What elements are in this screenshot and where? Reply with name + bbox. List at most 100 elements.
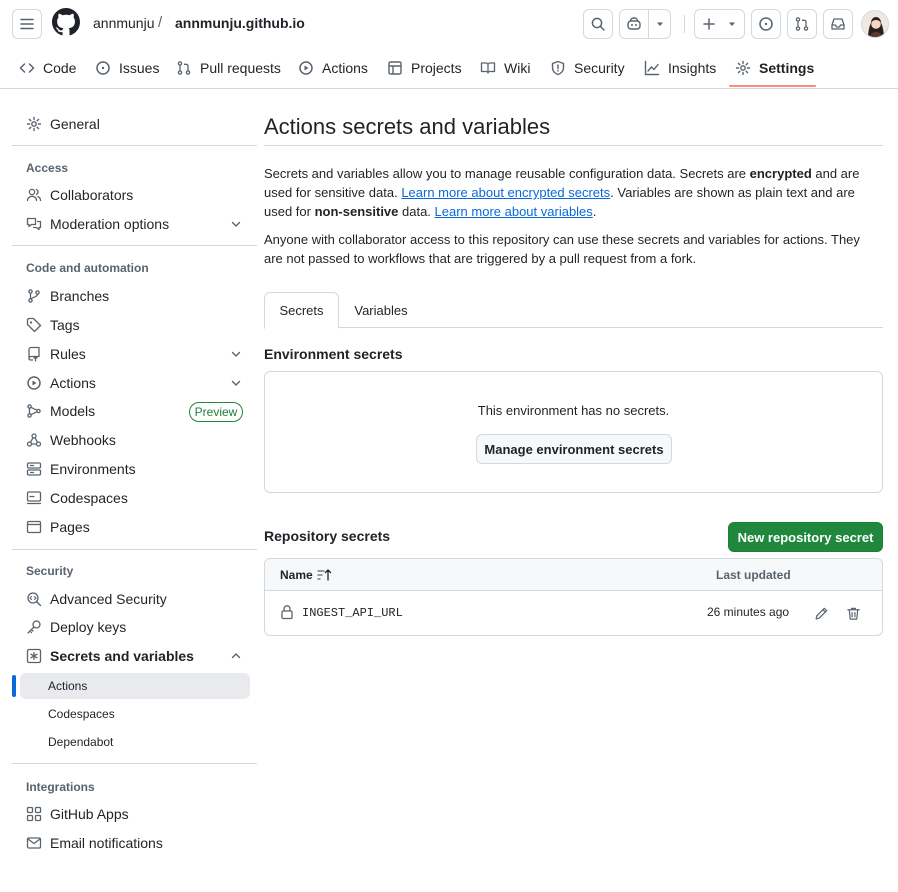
tab-code[interactable]: Code <box>19 57 76 79</box>
git-pull-request-icon <box>177 61 191 75</box>
sidebar-active-marker <box>12 675 16 697</box>
sidebar-item-email-notifications[interactable]: Email notifications <box>26 829 256 857</box>
sidebar-item-secrets-variables[interactable]: Secrets and variables <box>26 642 256 670</box>
user-avatar[interactable] <box>861 10 889 38</box>
sidebar-item-collaborators[interactable]: Collaborators <box>26 181 256 209</box>
sidebar-item-label: Tags <box>50 317 80 333</box>
sidebar-item-advanced-security[interactable]: Advanced Security <box>26 585 256 613</box>
codescan-icon <box>27 592 42 607</box>
sidebar-item-label: Pages <box>50 519 90 535</box>
tab-security[interactable]: Security <box>550 57 625 79</box>
github-logo-icon[interactable] <box>52 8 80 36</box>
tab-wiki[interactable]: Wiki <box>480 57 530 79</box>
page-title: Actions secrets and variables <box>264 114 551 139</box>
tag-icon <box>26 317 42 333</box>
gear-icon <box>735 60 751 76</box>
column-name-header[interactable]: Name <box>280 568 313 582</box>
tab-code-label: Code <box>43 60 77 76</box>
table-row: INGEST_API_URL 26 minutes ago <box>265 591 882 635</box>
inbox-button[interactable] <box>823 9 853 39</box>
sidebar-item-label: Email notifications <box>50 835 163 851</box>
secret-last-updated: 26 minutes ago <box>707 605 790 619</box>
sidebar-item-label: Branches <box>50 288 110 304</box>
sidebar-item-rules[interactable]: Rules <box>26 340 256 368</box>
tab-security-label: Security <box>574 60 625 76</box>
tab-insights[interactable]: Insights <box>644 57 716 79</box>
sidebar-subitem-actions[interactable]: Actions <box>48 673 87 699</box>
environment-secrets-box: This environment has no secrets. Manage … <box>264 371 883 493</box>
new-repository-secret-button[interactable]: New repository secret <box>728 522 883 552</box>
edit-secret-button[interactable] <box>811 603 831 623</box>
tab-pull-requests[interactable]: Pull requests <box>176 57 281 79</box>
delete-secret-button[interactable] <box>843 603 863 623</box>
copilot-button[interactable] <box>619 9 671 39</box>
webhook-icon <box>26 433 42 447</box>
chevron-down-icon <box>231 380 241 386</box>
chevron-down-icon <box>231 221 241 227</box>
create-new-button[interactable] <box>694 9 745 39</box>
sort-asc-icon[interactable] <box>317 568 333 582</box>
triangle-down-icon <box>656 22 663 26</box>
git-branch-icon <box>28 289 40 303</box>
sidebar-item-environments[interactable]: Environments <box>26 455 256 483</box>
table-header: Name Last updated <box>265 559 882 591</box>
people-icon <box>26 188 42 202</box>
repo-nav: Code Issues Pull requests Actions Projec… <box>0 48 898 89</box>
secrets-variables-tabs: Secrets Variables <box>264 292 883 329</box>
code-icon <box>19 63 35 73</box>
environment-empty-message: This environment has no secrets. <box>477 403 670 418</box>
repo-push-icon <box>28 346 40 362</box>
lock-icon <box>281 605 293 620</box>
sidebar-item-github-apps[interactable]: GitHub Apps <box>26 800 256 828</box>
environment-secrets-title: Environment secrets <box>264 346 403 362</box>
learn-encrypted-secrets-link[interactable]: Learn more about encrypted secrets <box>401 185 610 200</box>
issues-button[interactable] <box>751 9 781 39</box>
key-asterisk-icon <box>26 648 42 664</box>
tab-actions[interactable]: Actions <box>298 57 368 79</box>
header-divider <box>684 15 685 33</box>
graph-icon <box>644 60 660 76</box>
tab-issues[interactable]: Issues <box>95 57 159 79</box>
breadcrumb-repo[interactable]: annmunju.github.io <box>175 15 305 31</box>
sidebar-item-moderation[interactable]: Moderation options <box>26 210 256 238</box>
intro-text: . <box>592 204 597 219</box>
intro-bold-encrypted: encrypted <box>749 166 812 181</box>
sidebar-item-tags[interactable]: Tags <box>26 311 256 339</box>
shield-icon <box>551 60 565 76</box>
sidebar-item-label: Rules <box>50 346 86 362</box>
sidebar-item-webhooks[interactable]: Webhooks <box>26 426 256 454</box>
tab-projects[interactable]: Projects <box>387 57 462 79</box>
sidebar-item-codespaces[interactable]: Codespaces <box>26 484 256 512</box>
tab-settings[interactable]: Settings <box>735 57 814 79</box>
tab-variables[interactable]: Variables <box>342 292 420 328</box>
hamburger-icon <box>20 18 34 30</box>
tab-secrets[interactable]: Secrets <box>264 292 339 329</box>
learn-variables-link[interactable]: Learn more about variables <box>435 204 593 219</box>
intro-text: data. <box>398 204 435 219</box>
pull-requests-button[interactable] <box>787 9 817 39</box>
sidebar-item-deploy-keys[interactable]: Deploy keys <box>26 613 256 641</box>
sidebar-item-branches[interactable]: Branches <box>26 282 256 310</box>
repository-secrets-table: Name Last updated INGEST_API_URL 26 minu… <box>264 558 883 636</box>
sidebar-subitem-codespaces[interactable]: Codespaces <box>48 701 115 727</box>
search-button[interactable] <box>583 9 613 39</box>
breadcrumb-owner[interactable]: annmunju <box>93 15 155 31</box>
menu-button[interactable] <box>12 9 42 39</box>
sidebar-item-pages[interactable]: Pages <box>26 513 256 541</box>
tab-pull-requests-label: Pull requests <box>200 60 281 76</box>
trash-icon <box>846 607 860 620</box>
manage-environment-secrets-button[interactable]: Manage environment secrets <box>476 434 672 464</box>
tab-issues-label: Issues <box>119 60 160 76</box>
gear-icon <box>26 116 42 132</box>
book-icon <box>480 62 496 74</box>
sidebar-subitem-dependabot[interactable]: Dependabot <box>48 729 113 755</box>
ai-model-icon <box>27 404 41 418</box>
sidebar-heading-integrations: Integrations <box>26 780 95 794</box>
sidebar-item-label: Actions <box>50 375 96 391</box>
triangle-down-icon <box>729 22 735 26</box>
tab-projects-label: Projects <box>411 60 462 76</box>
comment-discussion-icon <box>26 217 42 231</box>
sidebar-item-actions[interactable]: Actions <box>26 369 256 397</box>
sidebar-item-general[interactable]: General <box>26 110 256 138</box>
sidebar-item-label: Codespaces <box>50 490 128 506</box>
